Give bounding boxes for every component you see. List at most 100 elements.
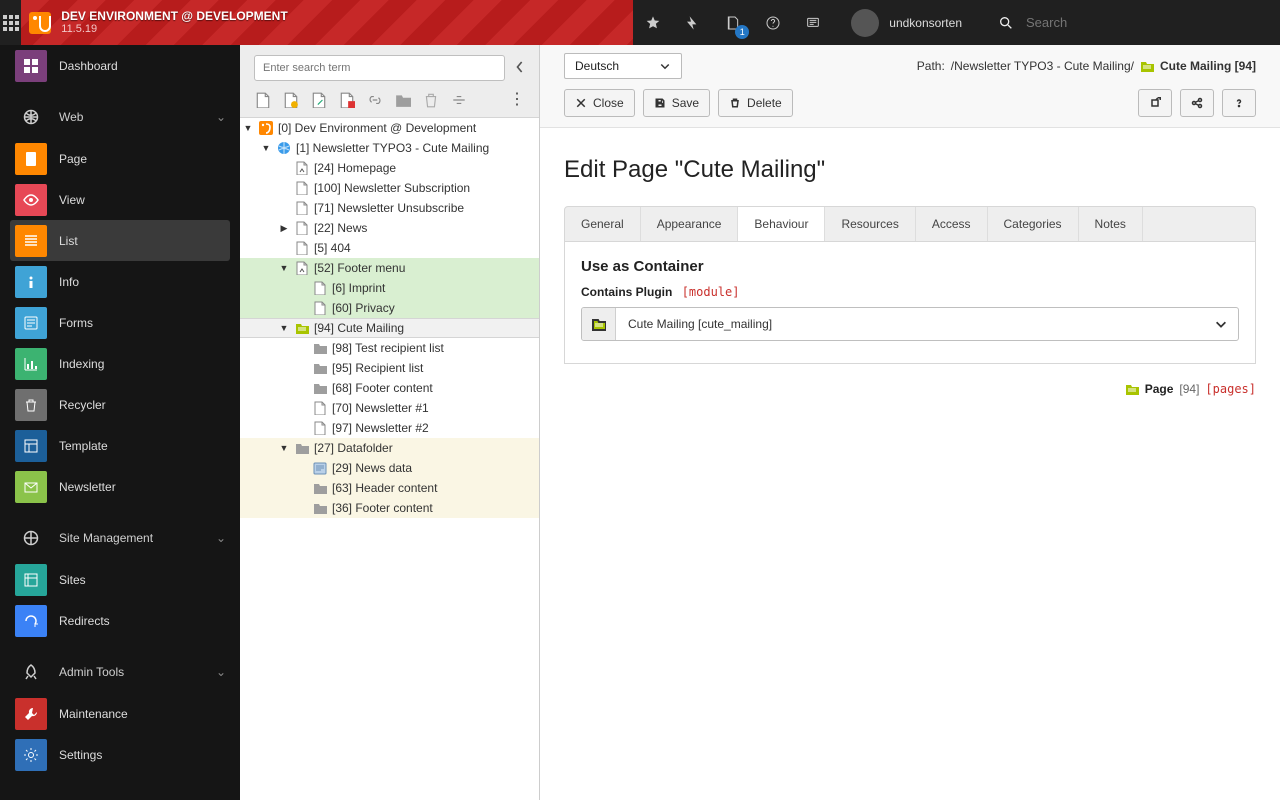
module-forms[interactable]: Forms (0, 302, 240, 343)
opendocs-button[interactable]: 1 (713, 0, 753, 45)
new-page-link-button[interactable] (310, 91, 328, 109)
module-group-site[interactable]: Site Management ⌄ (0, 517, 240, 559)
tree-node[interactable]: [6] Imprint (240, 278, 539, 298)
module-sites[interactable]: Sites (0, 559, 240, 600)
tree-arrow-icon[interactable]: ▼ (278, 263, 290, 273)
tree-node[interactable]: ▼ [52] Footer menu (240, 258, 539, 278)
tree-more-button[interactable]: ⋮ (509, 95, 525, 105)
module-list[interactable]: List (10, 220, 230, 261)
tree-node[interactable]: [36] Footer content (240, 498, 539, 518)
tab-access[interactable]: Access (916, 207, 988, 241)
global-search-input[interactable] (1024, 14, 1262, 31)
cache-button[interactable] (673, 0, 713, 45)
folder-button[interactable] (394, 91, 412, 109)
delete-button[interactable]: Delete (718, 89, 793, 117)
tree-node[interactable]: [24] Homepage (240, 158, 539, 178)
tree-node[interactable]: [71] Newsletter Unsubscribe (240, 198, 539, 218)
tab-general[interactable]: General (565, 207, 641, 241)
module-label: Template (59, 439, 108, 453)
trash-button[interactable] (422, 91, 440, 109)
contains-plugin-select[interactable]: Cute Mailing [cute_mailing] (581, 307, 1239, 341)
tab-appearance[interactable]: Appearance (641, 207, 739, 241)
folder-icon (312, 360, 328, 376)
link-button[interactable] (366, 91, 384, 109)
tree-search-input[interactable] (254, 55, 505, 81)
module-view[interactable]: View (0, 179, 240, 220)
user-menu[interactable]: undkonsorten (833, 9, 980, 37)
tree-node-label: [27] Datafolder (314, 441, 393, 455)
tree-node[interactable]: [5] 404 (240, 238, 539, 258)
tree-node[interactable]: ▼[0] Dev Environment @ Development (240, 118, 539, 138)
tree-node[interactable]: [97] Newsletter #2 (240, 418, 539, 438)
save-button[interactable]: Save (643, 89, 710, 117)
tree-node-label: [6] Imprint (332, 281, 385, 295)
tree-node-label: [70] Newsletter #1 (332, 401, 429, 415)
module-group-web[interactable]: Web ⌄ (0, 96, 240, 138)
breadcrumb-current: Cute Mailing [94] (1160, 59, 1256, 73)
tree-node[interactable]: [98] Test recipient list (240, 338, 539, 358)
help-button[interactable] (753, 0, 793, 45)
eye-icon (15, 184, 47, 216)
new-page-user-button[interactable] (282, 91, 300, 109)
tree-node[interactable]: ▼ [27] Datafolder (240, 438, 539, 458)
tree-node[interactable]: ▼[94] Cute Mailing (240, 318, 539, 338)
new-page-button[interactable] (254, 91, 272, 109)
tab-behaviour[interactable]: Behaviour (738, 207, 825, 242)
language-select[interactable]: Deutsch (564, 53, 682, 79)
open-new-window-button[interactable] (1138, 89, 1172, 117)
page-tree[interactable]: ▼[0] Dev Environment @ Development▼[1] N… (240, 117, 539, 800)
module-indexing[interactable]: Indexing (0, 343, 240, 384)
divider-button[interactable] (450, 91, 468, 109)
rocket-icon (15, 664, 47, 680)
help-button[interactable] (1222, 89, 1256, 117)
module-template[interactable]: Template (0, 425, 240, 466)
tab-categories[interactable]: Categories (988, 207, 1079, 241)
module-settings[interactable]: Settings (0, 734, 240, 775)
tree-node[interactable]: [68] Footer content (240, 378, 539, 398)
page-icon (294, 220, 310, 236)
module-label: Info (59, 275, 79, 289)
module-info[interactable]: Info (0, 261, 240, 302)
tree-node[interactable]: [63] Header content (240, 478, 539, 498)
tree-node[interactable]: [29] News data (240, 458, 539, 478)
module-label: Recycler (59, 398, 106, 412)
opendocs-badge: 1 (735, 25, 749, 39)
close-button[interactable]: Close (564, 89, 635, 117)
tree-node-label: [100] Newsletter Subscription (314, 181, 470, 195)
bookmarks-button[interactable] (633, 0, 673, 45)
tab-resources[interactable]: Resources (825, 207, 915, 241)
tree-node[interactable]: ▶[22] News (240, 218, 539, 238)
tree-node[interactable]: [95] Recipient list (240, 358, 539, 378)
new-page-delete-button[interactable] (338, 91, 356, 109)
module-label: Settings (59, 748, 102, 762)
tree-arrow-icon[interactable]: ▶ (278, 223, 290, 234)
tree-arrow-icon[interactable]: ▼ (278, 443, 290, 453)
share-button[interactable] (1180, 89, 1214, 117)
tree-node[interactable]: [60] Privacy (240, 298, 539, 318)
dashboard-icon (15, 50, 47, 82)
module-redirects[interactable]: Redirects (0, 600, 240, 641)
module-newsletter[interactable]: Newsletter (0, 466, 240, 507)
module-group-admin[interactable]: Admin Tools ⌄ (0, 651, 240, 693)
module-dashboard[interactable]: Dashboard (0, 45, 240, 86)
module-recycler[interactable]: Recycler (0, 384, 240, 425)
tab-notes[interactable]: Notes (1079, 207, 1143, 241)
folder-icon (312, 340, 328, 356)
apps-button[interactable] (0, 0, 21, 45)
systeminfo-button[interactable] (793, 0, 833, 45)
tree-arrow-icon[interactable]: ▼ (260, 143, 272, 153)
global-search[interactable] (980, 14, 1280, 31)
module-maintenance[interactable]: Maintenance (0, 693, 240, 734)
tree-node[interactable]: [70] Newsletter #1 (240, 398, 539, 418)
folder-icon (312, 480, 328, 496)
module-page[interactable]: Page (0, 138, 240, 179)
module-label: View (59, 193, 85, 207)
tree-node-label: [52] Footer menu (314, 261, 405, 275)
tree-node[interactable]: ▼[1] Newsletter TYPO3 - Cute Mailing (240, 138, 539, 158)
template-icon (15, 430, 47, 462)
tree-arrow-icon[interactable]: ▼ (242, 123, 254, 133)
tree-collapse-button[interactable] (515, 60, 525, 77)
tree-arrow-icon[interactable]: ▼ (278, 323, 290, 333)
tree-node[interactable]: [100] Newsletter Subscription (240, 178, 539, 198)
module-label: Sites (59, 573, 86, 587)
